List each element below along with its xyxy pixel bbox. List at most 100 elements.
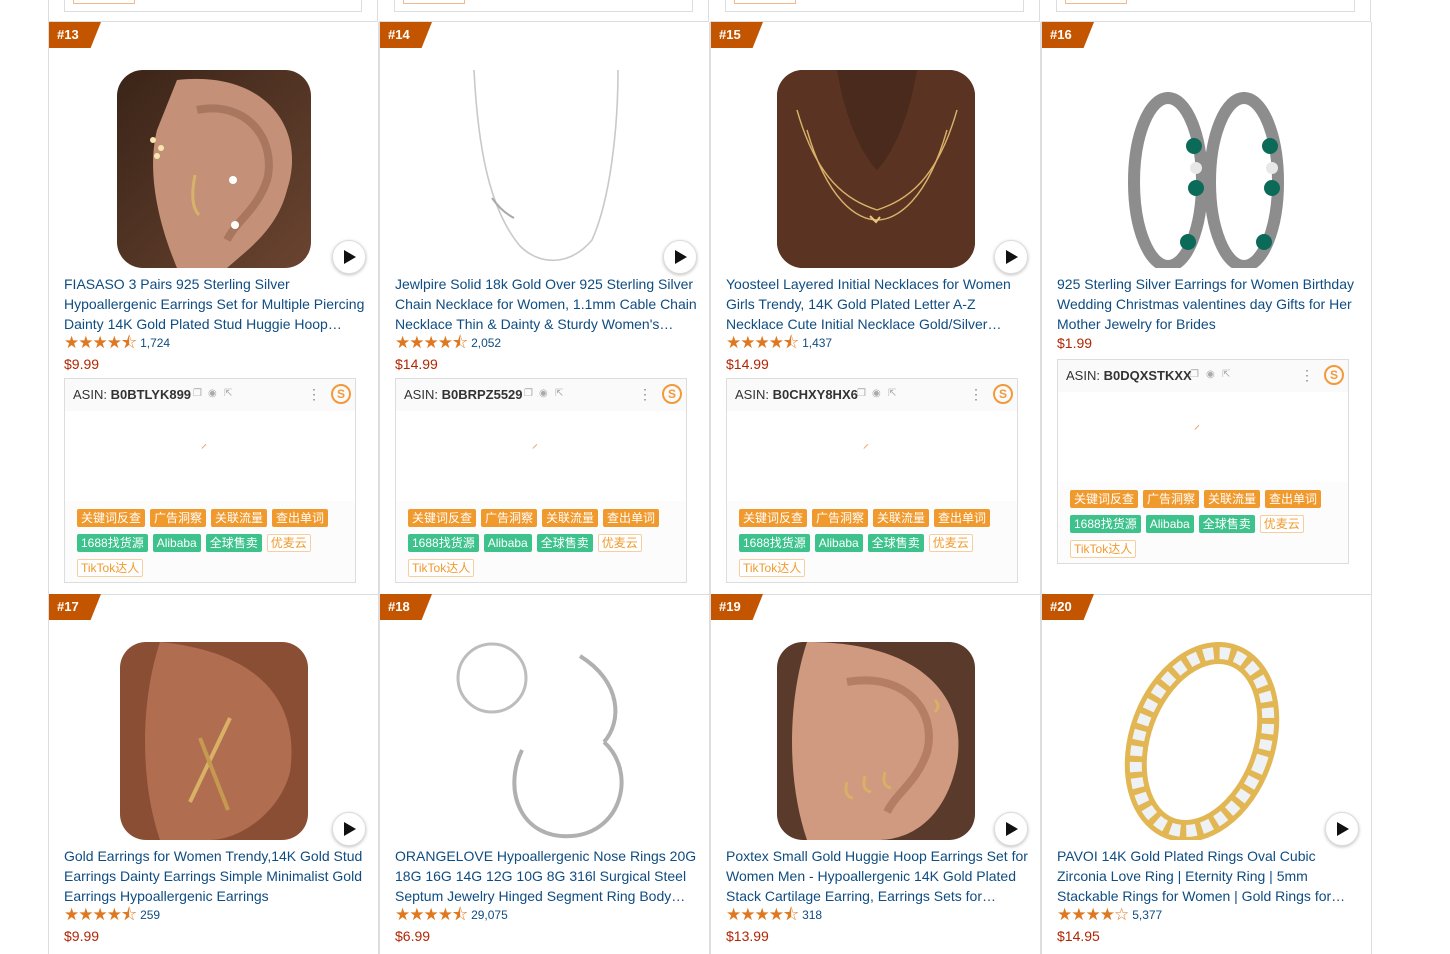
related-traffic-tag[interactable]: 关联流量 — [1204, 490, 1261, 508]
product-card[interactable]: #20 PAVOI 14K Gold Plated Rings Oval Cub… — [1041, 594, 1372, 954]
product-image[interactable] — [777, 70, 975, 268]
copy-icon[interactable]: ❐ — [857, 389, 867, 399]
product-title-link[interactable]: 925 Sterling Silver Earrings for Women B… — [1057, 274, 1359, 334]
copy-icon[interactable]: ❐ — [193, 389, 203, 399]
product-card[interactable]: #19 Poxtex Small Gold Huggie Hoop Earrin… — [710, 594, 1041, 954]
product-card[interactable]: #17 Gold Earrings for Women Trendy,14K G… — [48, 594, 379, 954]
tiktok-tag[interactable]: TikTok达人 — [1070, 540, 1137, 558]
product-image[interactable] — [1126, 70, 1288, 268]
product-card[interactable]: #13 FIASASO 3 Pairs 925 Sterling Silver … — [48, 22, 379, 595]
youmaiyun-tag[interactable]: 优麦云 — [928, 534, 973, 552]
ad-insight-tag[interactable]: 广告洞察 — [481, 509, 538, 527]
sold-words-tag[interactable]: 查出单词 — [1265, 490, 1322, 508]
keyword-reverse-tag[interactable]: 关键词反查 — [77, 509, 146, 527]
more-options-icon[interactable]: ⋮ — [1300, 368, 1314, 382]
product-title-link[interactable]: Yoosteel Layered Initial Necklaces for W… — [726, 274, 1028, 334]
rating[interactable]: ★★★★☆ 5,377 — [1057, 906, 1162, 923]
product-image[interactable] — [117, 70, 311, 268]
keyword-reverse-tag[interactable]: 关键词反查 — [408, 509, 477, 527]
location-icon[interactable]: ◉ — [1206, 370, 1216, 380]
product-card[interactable]: #18 ORANGELOVE Hypoallergenic Nose Rings… — [379, 594, 710, 954]
review-count-link[interactable]: 5,377 — [1132, 908, 1162, 922]
alibaba-tag[interactable]: Alibaba — [814, 534, 863, 552]
keyword-reverse-tag[interactable]: 关键词反查 — [1070, 490, 1139, 508]
product-image[interactable] — [460, 70, 630, 268]
ad-insight-tag[interactable]: 广告洞察 — [150, 509, 207, 527]
tiktok-tag[interactable]: TikTok达人 — [408, 559, 475, 577]
alibaba-tag[interactable]: Alibaba — [483, 534, 532, 552]
plugin-logo-icon[interactable]: S — [993, 384, 1013, 404]
more-options-icon[interactable]: ⋮ — [307, 387, 321, 401]
source-1688-tag[interactable]: 1688找货源 — [408, 534, 479, 552]
play-video-button[interactable] — [332, 812, 366, 846]
product-title-link[interactable]: Gold Earrings for Women Trendy,14K Gold … — [64, 846, 366, 906]
review-count-link[interactable]: 1,724 — [140, 336, 170, 350]
product-card[interactable]: #16 925 Sterling Silver Earrings for Wom… — [1041, 22, 1372, 595]
product-title-link[interactable]: ORANGELOVE Hypoallergenic Nose Rings 20G… — [395, 846, 697, 906]
sold-words-tag[interactable]: 查出单词 — [603, 509, 660, 527]
tiktok-tag[interactable]: TikTok达人 — [77, 559, 144, 577]
play-video-button[interactable] — [994, 240, 1028, 274]
alibaba-tag[interactable]: Alibaba — [1145, 515, 1194, 533]
youmaiyun-tag[interactable]: 优麦云 — [266, 534, 311, 552]
location-icon[interactable]: ◉ — [872, 389, 882, 399]
ad-insight-tag[interactable]: 广告洞察 — [812, 509, 869, 527]
plugin-logo-icon[interactable]: S — [1324, 365, 1344, 385]
play-video-button[interactable] — [994, 812, 1028, 846]
product-image[interactable] — [1112, 642, 1302, 840]
related-traffic-tag[interactable]: 关联流量 — [211, 509, 268, 527]
related-traffic-tag[interactable]: 关联流量 — [873, 509, 930, 527]
rating[interactable]: ★★★★⯪ 1,437 — [726, 334, 832, 351]
rating[interactable]: ★★★★⯪ 318 — [726, 906, 822, 923]
copy-icon[interactable]: ❐ — [524, 389, 534, 399]
share-icon[interactable]: ⇱ — [224, 389, 234, 399]
review-count-link[interactable]: 29,075 — [471, 908, 508, 922]
global-sales-tag[interactable]: 全球售卖 — [536, 534, 593, 552]
plugin-logo-icon[interactable]: S — [331, 384, 351, 404]
global-sales-tag[interactable]: 全球售卖 — [1198, 515, 1255, 533]
review-count-link[interactable]: 2,052 — [471, 336, 501, 350]
sold-words-tag[interactable]: 查出单词 — [934, 509, 991, 527]
tiktok-tag[interactable]: TikTok达人 — [739, 559, 806, 577]
product-image[interactable] — [120, 642, 308, 840]
location-icon[interactable]: ◉ — [208, 389, 218, 399]
product-title-link[interactable]: Jewlpire Solid 18k Gold Over 925 Sterlin… — [395, 274, 697, 334]
plugin-logo-icon[interactable]: S — [662, 384, 682, 404]
source-1688-tag[interactable]: 1688找货源 — [77, 534, 148, 552]
ad-insight-tag[interactable]: 广告洞察 — [1143, 490, 1200, 508]
play-video-button[interactable] — [663, 240, 697, 274]
share-icon[interactable]: ⇱ — [555, 389, 565, 399]
product-card[interactable]: #14 Jewlpire Solid 18k Gold Over 925 Ste… — [379, 22, 710, 595]
product-title-link[interactable]: Poxtex Small Gold Huggie Hoop Earrings S… — [726, 846, 1028, 906]
product-title-link[interactable]: PAVOI 14K Gold Plated Rings Oval Cubic Z… — [1057, 846, 1359, 906]
global-sales-tag[interactable]: 全球售卖 — [205, 534, 262, 552]
rating[interactable]: ★★★★⯪ 1,724 — [64, 334, 170, 351]
play-video-button[interactable] — [1325, 812, 1359, 846]
share-icon[interactable]: ⇱ — [888, 389, 898, 399]
rating[interactable]: ★★★★⯪ 259 — [64, 906, 160, 923]
keyword-reverse-tag[interactable]: 关键词反查 — [739, 509, 808, 527]
review-count-link[interactable]: 1,437 — [802, 336, 832, 350]
rating[interactable]: ★★★★⯪ 29,075 — [395, 906, 508, 923]
more-options-icon[interactable]: ⋮ — [969, 387, 983, 401]
product-title-link[interactable]: FIASASO 3 Pairs 925 Sterling Silver Hypo… — [64, 274, 366, 334]
review-count-link[interactable]: 259 — [140, 908, 160, 922]
youmaiyun-tag[interactable]: 优麦云 — [597, 534, 642, 552]
alibaba-tag[interactable]: Alibaba — [152, 534, 201, 552]
more-options-icon[interactable]: ⋮ — [638, 387, 652, 401]
rating[interactable]: ★★★★⯪ 2,052 — [395, 334, 501, 351]
location-icon[interactable]: ◉ — [539, 389, 549, 399]
global-sales-tag[interactable]: 全球售卖 — [867, 534, 924, 552]
product-card[interactable]: #15 Yoosteel Layered Initial Necklaces f… — [710, 22, 1041, 595]
source-1688-tag[interactable]: 1688找货源 — [739, 534, 810, 552]
share-icon[interactable]: ⇱ — [1222, 370, 1232, 380]
copy-icon[interactable]: ❐ — [1190, 370, 1200, 380]
source-1688-tag[interactable]: 1688找货源 — [1070, 515, 1141, 533]
sold-words-tag[interactable]: 查出单词 — [272, 509, 329, 527]
youmaiyun-tag[interactable]: 优麦云 — [1259, 515, 1304, 533]
play-video-button[interactable] — [332, 240, 366, 274]
related-traffic-tag[interactable]: 关联流量 — [542, 509, 599, 527]
product-image[interactable] — [452, 642, 638, 840]
review-count-link[interactable]: 318 — [802, 908, 822, 922]
product-image[interactable] — [777, 642, 975, 840]
